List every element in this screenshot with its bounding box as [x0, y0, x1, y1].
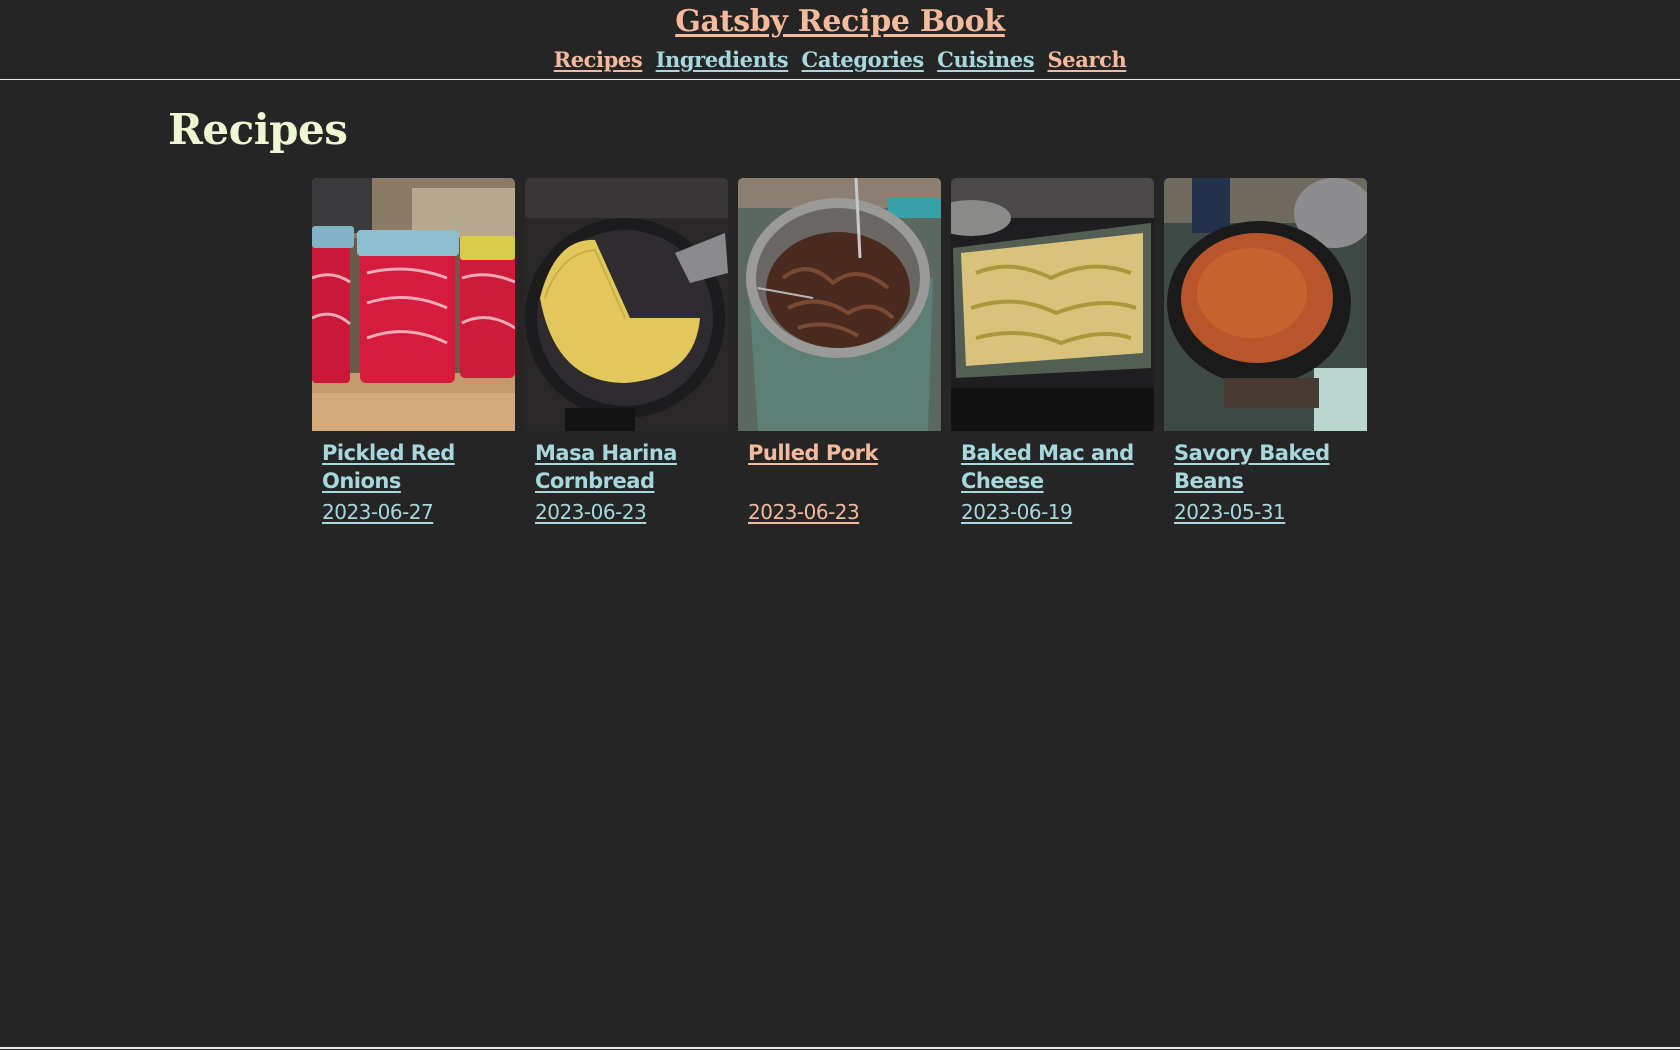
pulled-pork-photo[interactable] [738, 178, 941, 431]
recipe-title-link[interactable]: Pickled Red Onions [322, 439, 512, 497]
recipe-title-link[interactable]: Baked Mac and Cheese [961, 439, 1151, 497]
recipe-card: Masa Harina Cornbread 2023-06-23 [525, 178, 728, 525]
main-nav: Recipes Ingredients Categories Cuisines … [0, 46, 1680, 74]
nav-categories[interactable]: Categories [802, 46, 925, 74]
nav-recipes[interactable]: Recipes [554, 46, 643, 74]
recipe-title-link[interactable]: Masa Harina Cornbread [535, 439, 725, 497]
baked-mac-and-cheese-photo[interactable] [951, 178, 1154, 431]
masa-harina-cornbread-photo[interactable] [525, 178, 728, 431]
recipe-date-link[interactable]: 2023-06-27 [322, 499, 434, 525]
nav-cuisines[interactable]: Cuisines [937, 46, 1034, 74]
bottom-divider [0, 1047, 1680, 1049]
recipe-card: Baked Mac and Cheese 2023-06-19 [951, 178, 1154, 525]
recipe-card: Pulled Pork 2023-06-23 [738, 178, 941, 525]
recipe-card: Savory Baked Beans 2023-05-31 [1164, 178, 1367, 525]
recipe-date-link[interactable]: 2023-05-31 [1174, 499, 1286, 525]
site-title-link[interactable]: Gatsby Recipe Book [0, 4, 1680, 40]
savory-baked-beans-photo[interactable] [1164, 178, 1367, 431]
site-header: Gatsby Recipe Book Recipes Ingredients C… [0, 0, 1680, 80]
recipe-date-link[interactable]: 2023-06-23 [535, 499, 647, 525]
nav-ingredients[interactable]: Ingredients [656, 46, 789, 74]
recipe-grid: Pickled Red Onions 2023-06-27 Masa Harin… [312, 178, 1368, 538]
recipe-title-link[interactable]: Pulled Pork [748, 439, 938, 497]
recipe-card: Pickled Red Onions 2023-06-27 [312, 178, 515, 525]
pickled-red-onions-photo[interactable] [312, 178, 515, 431]
recipe-date-link[interactable]: 2023-06-23 [748, 499, 860, 525]
page-title: Recipes [168, 105, 348, 154]
nav-search[interactable]: Search [1048, 46, 1127, 74]
recipe-date-link[interactable]: 2023-06-19 [961, 499, 1073, 525]
recipe-title-link[interactable]: Savory Baked Beans [1174, 439, 1364, 497]
